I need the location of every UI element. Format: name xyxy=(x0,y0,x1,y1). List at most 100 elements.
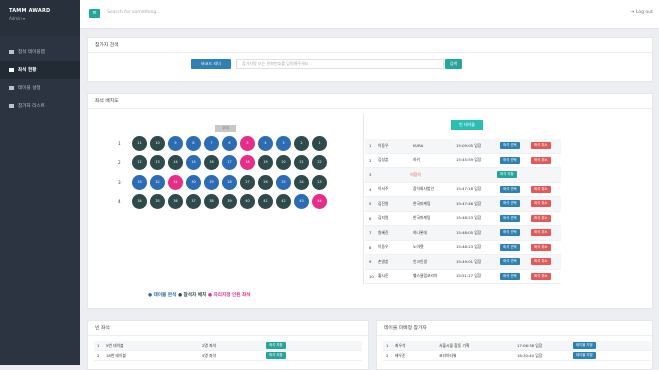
seat[interactable]: 40 xyxy=(240,194,255,209)
seat[interactable]: 15 xyxy=(186,155,201,170)
seat[interactable]: 3 xyxy=(276,135,291,151)
participant-search-input[interactable]: 참가자명 또는 전화번호를 입력해주세요 xyxy=(236,59,444,69)
empty-seats-table: 1 5번 테이블 2명 좌석 좌석 지정 2 18번 테이블 5명 좌석 좌석 지정 xyxy=(94,341,362,361)
seat[interactable]: 44 xyxy=(312,194,327,209)
select-seat-button[interactable]: 좌석 선택 xyxy=(500,272,520,280)
assign-seat-button[interactable]: 좌석 지정 xyxy=(266,342,286,349)
barcode-reader-button[interactable]: 바코드 리더 xyxy=(191,59,231,69)
assign-seat-button[interactable]: 좌석 지정 xyxy=(266,352,286,359)
cancel-seat-button[interactable]: 좌석 취소 xyxy=(531,243,551,251)
seat[interactable]: 14 xyxy=(168,155,183,170)
seat[interactable]: 8 xyxy=(186,135,201,151)
seat[interactable]: 12 xyxy=(132,155,147,170)
seat[interactable]: 2 xyxy=(294,135,309,151)
select-seat-button[interactable]: 좌석 선택 xyxy=(500,142,520,150)
seat[interactable]: 39 xyxy=(222,194,237,209)
cancel-seat-button[interactable]: 좌석 취소 xyxy=(531,214,551,222)
select-seat-button[interactable]: 좌석 선택 xyxy=(500,185,520,193)
legend-full: ● 테이블 완석 xyxy=(148,293,177,298)
cancel-seat-button[interactable]: 좌석 취소 xyxy=(531,258,551,266)
seat[interactable]: 29 xyxy=(204,174,219,190)
seat[interactable]: 24 xyxy=(294,174,309,190)
select-seat-button[interactable]: 좌석 선택 xyxy=(500,200,520,208)
seat[interactable]: 18 xyxy=(240,155,255,170)
participant-name: 김진원 xyxy=(378,200,389,206)
empty-table-button[interactable]: 빈 테이블 xyxy=(451,120,483,130)
seat[interactable]: 21 xyxy=(294,155,309,170)
seat[interactable]: 38 xyxy=(204,194,219,209)
seat[interactable]: 26 xyxy=(258,174,273,190)
seat[interactable]: 4 xyxy=(258,135,273,151)
legend-assigned: ● 참석자 배치 xyxy=(177,293,207,298)
cancel-seat-button[interactable]: 좌석 취소 xyxy=(531,272,551,280)
seat[interactable]: 1 xyxy=(312,135,327,151)
select-seat-button[interactable]: 좌석 선택 xyxy=(500,214,520,222)
search-button[interactable]: 검색 xyxy=(445,59,462,69)
sidebar-item-attendance[interactable]: 참석 테이블맵 xyxy=(0,43,80,61)
sidebar-item-participants[interactable]: 참가자 리스트 xyxy=(0,97,80,115)
cancel-seat-button[interactable]: 좌석 취소 xyxy=(531,142,551,150)
seat[interactable]: 13 xyxy=(150,155,165,170)
select-seat-button[interactable]: 좌석 선택 xyxy=(500,243,520,251)
brand-title: TAMM AWARD xyxy=(9,8,51,14)
table-row: 5 김진원 한국마케팅 15:47:46 입장 좌석 선택 좌석 취소 xyxy=(365,197,561,212)
cancel-seat-button[interactable]: 좌석 취소 xyxy=(531,200,551,208)
sidebar-item-table-settings[interactable]: 테이블 설정 xyxy=(0,79,80,97)
brand: TAMM AWARD Admin ▾ xyxy=(0,0,80,36)
global-search-input[interactable]: Search for something... xyxy=(107,10,161,15)
seat[interactable]: 31 xyxy=(168,174,183,190)
seat[interactable]: 5 xyxy=(240,135,255,151)
seat[interactable]: 33 xyxy=(132,174,147,190)
cancel-seat-button[interactable]: 좌석 취소 xyxy=(531,185,551,193)
seat-count: 5명 좌석 xyxy=(202,352,217,358)
seat[interactable]: 42 xyxy=(276,194,291,209)
seat[interactable]: 25 xyxy=(276,174,291,190)
seat[interactable]: 20 xyxy=(276,155,291,170)
seat[interactable]: 6 xyxy=(222,135,237,151)
seat[interactable]: 7 xyxy=(204,135,219,151)
entry-time: 15:48:05 입장 xyxy=(456,229,482,235)
participant-company: 노아펫 xyxy=(413,244,424,250)
select-seat-button[interactable]: 좌석 선택 xyxy=(500,229,520,237)
participant-company: KURA xyxy=(413,143,424,149)
cancel-seat-button[interactable]: 좌석 취소 xyxy=(531,156,551,164)
table-row: 3 미참석 좌석 지정 xyxy=(365,168,561,183)
table-row: 4 이서주 참석회사법인 15:47:16 입장 좌석 선택 좌석 취소 xyxy=(365,183,561,197)
seat[interactable]: 41 xyxy=(258,194,273,209)
seat[interactable]: 34 xyxy=(132,194,147,209)
seat[interactable]: 27 xyxy=(240,174,255,190)
assign-table-button[interactable]: 테이블 지정 xyxy=(573,342,596,349)
seat[interactable]: 30 xyxy=(186,174,201,190)
assign-seat-button[interactable]: 좌석 지정 xyxy=(497,171,517,179)
seat[interactable]: 19 xyxy=(258,155,273,170)
seat[interactable]: 43 xyxy=(294,194,309,209)
seat[interactable]: 35 xyxy=(150,194,165,209)
seat[interactable]: 36 xyxy=(168,194,183,209)
seat[interactable]: 11 xyxy=(132,135,147,151)
sidebar-item-label: 좌석 현황 xyxy=(18,68,37,73)
logout-label: Log out xyxy=(635,10,653,15)
sidebar-item-label: 참가자 리스트 xyxy=(18,104,45,109)
participant-company: 하키 xyxy=(413,157,420,163)
seat[interactable]: 23 xyxy=(312,174,327,190)
user-menu[interactable]: Admin ▾ xyxy=(9,16,80,21)
attendee-table: 1 이동우 KURA 15:09:05 입장 좌석 선택 좌석 취소 2 김성훈 하키 15:45… xyxy=(365,139,561,284)
seat[interactable]: 22 xyxy=(312,155,327,170)
seat[interactable]: 28 xyxy=(222,174,237,190)
assign-table-button[interactable]: 테이블 지정 xyxy=(573,352,596,359)
seat[interactable]: 37 xyxy=(186,194,201,209)
seat[interactable]: 16 xyxy=(204,155,219,170)
seat[interactable]: 10 xyxy=(150,135,165,151)
select-seat-button[interactable]: 좌석 선택 xyxy=(500,258,520,266)
entry-time: 15:47:16 입장 xyxy=(456,186,482,192)
sidebar-item-seats[interactable]: 좌석 현황 xyxy=(0,61,80,79)
logout-button[interactable]: ⇥ Log out xyxy=(630,10,653,15)
cancel-seat-button[interactable]: 좌석 취소 xyxy=(531,229,551,237)
select-seat-button[interactable]: 좌석 선택 xyxy=(500,156,520,164)
seat[interactable]: 9 xyxy=(168,135,183,151)
seat[interactable]: 32 xyxy=(150,174,165,190)
seat[interactable]: 17 xyxy=(222,155,237,170)
table-row: 6 김지원 한국마케팅 15:48:23 입장 좌석 선택 좌석 취소 xyxy=(365,212,561,226)
seat-row: 1 11 10 9 8 7 6 5 4 3 2 1 xyxy=(118,134,330,152)
menu-toggle-button[interactable]: ≡ xyxy=(89,9,100,18)
